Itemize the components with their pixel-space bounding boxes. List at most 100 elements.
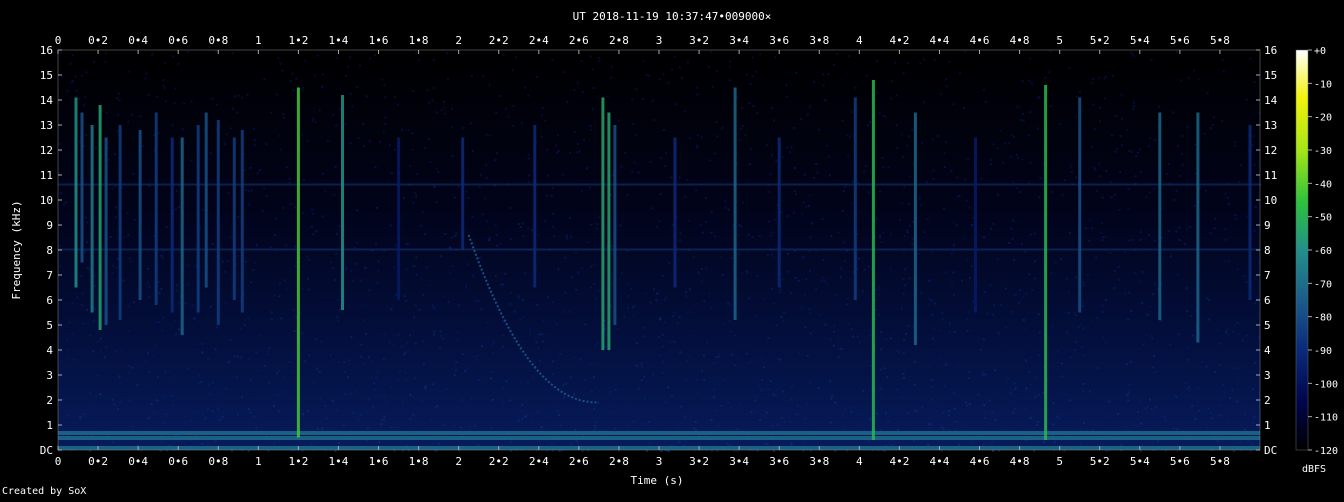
noise-speck [1121,117,1124,120]
noise-speck [231,107,234,110]
noise-speck [939,406,942,409]
noise-speck [1082,284,1085,287]
noise-speck [551,59,554,62]
noise-speck [270,246,273,249]
noise-speck [805,278,808,281]
noise-speck [679,239,681,242]
noise-speck [849,135,852,138]
noise-speck [1254,205,1257,208]
noise-speck [92,350,95,353]
noise-speck [294,245,297,248]
noise-speck [370,376,373,379]
noise-speck [524,272,527,275]
noise-speck [652,288,655,291]
noise-speck [898,351,901,354]
noise-speck [900,307,903,310]
noise-speck [132,301,135,304]
y-tick-label: 3 [46,369,53,382]
noise-speck [829,421,832,424]
noise-speck [771,253,774,256]
noise-speck [1076,95,1079,98]
noise-speck [793,190,796,192]
noise-speck [970,441,973,444]
noise-speck [568,310,571,313]
noise-speck [116,113,119,116]
noise-speck [593,376,595,379]
noise-speck [990,227,993,230]
noise-speck [719,256,722,259]
noise-speck [637,171,640,174]
noise-speck [695,189,698,192]
noise-speck [359,413,362,416]
noise-speck [1090,227,1093,230]
noise-speck [411,265,414,268]
noise-speck [1246,215,1249,218]
y-tick-label: DC [40,444,53,457]
noise-speck [847,54,850,57]
noise-speck [1218,404,1221,406]
noise-speck [382,357,385,360]
noise-speck [375,242,378,245]
noise-speck [1075,176,1077,179]
noise-speck [641,365,644,368]
noise-speck [426,89,429,92]
noise-speck [158,292,161,295]
noise-speck [1144,407,1147,410]
noise-speck [181,128,184,131]
noise-speck [996,257,999,260]
noise-speck [1078,90,1081,93]
noise-speck [731,353,733,356]
noise-speck [492,341,495,344]
noise-speck [1060,362,1063,365]
noise-speck [896,388,899,391]
event-streak [1078,97,1082,313]
x-tick-label: 2•4 [529,455,549,468]
noise-speck [701,231,704,234]
noise-speck [843,260,846,262]
noise-speck [1175,395,1178,398]
noise-speck [850,111,853,114]
noise-speck [782,390,784,393]
noise-speck [349,142,352,144]
noise-speck [882,115,885,117]
colorbar-tick-label: -40 [1314,179,1332,190]
noise-speck [728,320,731,323]
noise-speck [886,376,889,379]
noise-speck [715,121,718,123]
noise-speck [540,114,543,117]
noise-speck [540,136,543,138]
noise-speck [550,443,553,446]
noise-speck [808,194,811,197]
colorbar-tick-label: -110 [1314,413,1338,424]
noise-speck [839,276,842,279]
noise-speck [570,376,573,379]
x-tick-label: 2•4 [529,34,549,47]
noise-speck [1201,389,1204,392]
noise-speck [666,412,668,415]
noise-speck [766,442,769,445]
noise-speck [537,234,540,237]
noise-speck [631,98,634,101]
noise-speck [794,277,797,279]
noise-speck [847,154,850,157]
noise-speck [482,213,484,216]
x-tick-label: 2 [455,34,462,47]
noise-speck [1111,408,1114,411]
y-tick-label: 11 [40,169,53,182]
noise-speck [472,274,474,277]
created-by-credit: Created by SoX [2,486,86,497]
noise-speck [1242,275,1245,278]
noise-speck [722,379,725,382]
noise-speck [462,126,465,129]
noise-speck [1028,134,1030,137]
noise-speck [802,201,805,204]
noise-speck [551,301,554,304]
noise-speck [130,260,133,263]
noise-speck [643,397,646,400]
noise-speck [1141,271,1144,273]
noise-speck [277,410,280,413]
noise-speck [1016,187,1019,190]
noise-speck [772,393,775,396]
noise-speck [671,338,674,341]
noise-speck [557,150,560,152]
